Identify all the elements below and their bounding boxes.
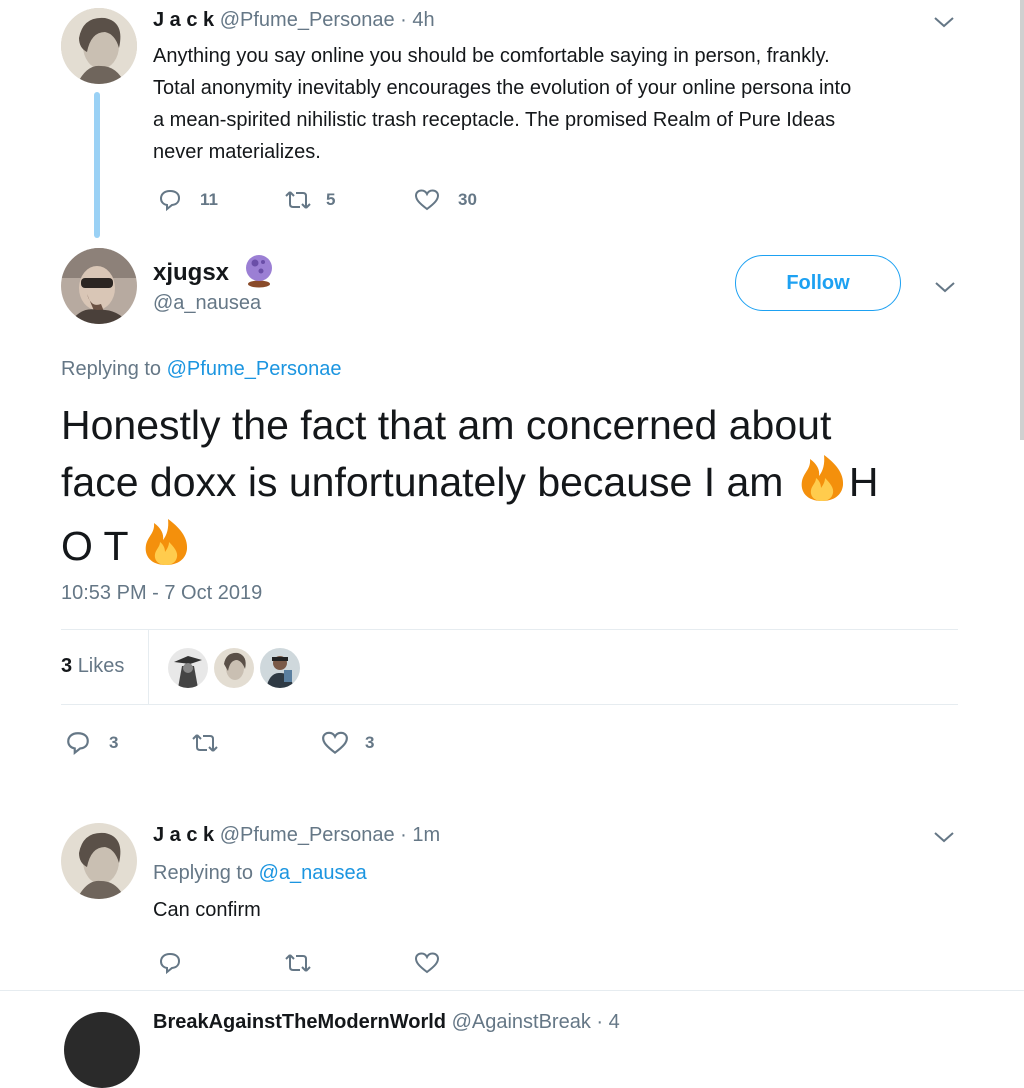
replying-to: Replying to @a_nausea xyxy=(153,862,367,885)
tweet-time[interactable]: · 4h xyxy=(400,9,434,31)
author-handle[interactable]: @AgainstBreak · 4 xyxy=(452,1011,620,1033)
tweet-time[interactable]: · 1m xyxy=(400,824,440,846)
main-tweet-text: Honestly the fact that am concerned abou… xyxy=(61,398,961,581)
like-action[interactable] xyxy=(414,951,440,975)
thread-line xyxy=(94,92,100,238)
retweet-icon[interactable] xyxy=(190,731,220,755)
avatar[interactable] xyxy=(64,1012,140,1088)
retweet-action[interactable] xyxy=(284,951,312,975)
divider xyxy=(61,629,958,630)
replying-prefix: Replying to xyxy=(153,862,254,884)
follow-button-label: Follow xyxy=(786,271,850,294)
retweet-action[interactable]: 5 xyxy=(284,188,335,212)
scrollbar[interactable] xyxy=(1020,0,1024,440)
reply-count: 3 xyxy=(109,733,119,752)
like-action[interactable]: 30 xyxy=(414,188,477,212)
likes-label: Likes xyxy=(77,655,125,677)
likes-count: 3 xyxy=(61,655,73,677)
divider xyxy=(61,704,958,705)
avatar-jack[interactable] xyxy=(61,8,137,84)
tweet-text-fragment: H xyxy=(848,458,879,505)
reply-icon[interactable] xyxy=(65,730,91,756)
replying-handle-link[interactable]: @Pfume_Personae xyxy=(167,358,342,380)
like-count: 3 xyxy=(365,733,375,752)
author-handle[interactable]: @a_nausea xyxy=(153,292,261,315)
chevron-down-icon[interactable] xyxy=(932,829,956,845)
avatar-jack[interactable] xyxy=(61,823,137,899)
tweet-text-line: O T xyxy=(61,522,140,569)
replying-prefix: Replying to xyxy=(61,358,162,380)
author-handle[interactable]: @Pfume_Personae xyxy=(220,9,395,31)
retweet-action[interactable] xyxy=(190,731,220,755)
retweet-icon[interactable] xyxy=(284,188,312,212)
retweet-count: 5 xyxy=(326,190,336,209)
follow-button[interactable]: Follow xyxy=(735,255,901,311)
like-icon[interactable] xyxy=(414,188,440,212)
tweet-text: Anything you say online you should be co… xyxy=(153,40,973,168)
tweet-text-line: never materializes. xyxy=(153,141,321,163)
chevron-down-icon[interactable] xyxy=(932,14,956,30)
crystal-ball-emoji xyxy=(241,252,277,293)
tweet-text-line: Total anonymity inevitably encourages th… xyxy=(153,77,852,99)
tweet-text-line: face doxx is unfortunately because I am xyxy=(61,458,795,505)
replying-handle-link[interactable]: @a_nausea xyxy=(259,862,367,884)
divider xyxy=(148,630,149,704)
fire-emoji xyxy=(795,453,849,517)
author-name[interactable]: J a c k xyxy=(153,9,214,31)
tweet-text-line: a mean-spirited nihilistic trash recepta… xyxy=(153,109,836,131)
author-handle[interactable]: @Pfume_Personae xyxy=(220,824,395,846)
liker-avatar[interactable] xyxy=(168,648,208,688)
reply-count: 11 xyxy=(200,190,218,209)
tweet-text-line: Anything you say online you should be co… xyxy=(153,45,830,67)
like-icon[interactable] xyxy=(321,730,349,756)
reply-icon[interactable] xyxy=(158,188,182,212)
reply-action[interactable] xyxy=(158,951,182,975)
reply-action[interactable]: 11 xyxy=(158,188,218,212)
chevron-down-icon[interactable] xyxy=(933,279,957,295)
like-count: 30 xyxy=(458,190,477,209)
reply-action[interactable]: 3 xyxy=(65,730,118,756)
author-name[interactable]: J a c k xyxy=(153,824,214,846)
divider xyxy=(0,990,1024,991)
tweet-timestamp[interactable]: 10:53 PM - 7 Oct 2019 xyxy=(61,582,262,605)
liker-avatar[interactable] xyxy=(260,648,300,688)
reply-icon[interactable] xyxy=(158,951,182,975)
liker-avatar[interactable] xyxy=(214,648,254,688)
likes-stat[interactable]: 3 Likes xyxy=(61,655,124,678)
author-name[interactable]: xjugsx xyxy=(153,259,229,287)
like-icon[interactable] xyxy=(414,951,440,975)
replying-to: Replying to @Pfume_Personae xyxy=(61,358,341,381)
like-action[interactable]: 3 xyxy=(321,730,374,756)
avatar-xjugsx[interactable] xyxy=(61,248,137,324)
author-name[interactable]: BreakAgainstTheModernWorld xyxy=(153,1011,446,1033)
retweet-icon[interactable] xyxy=(284,951,312,975)
tweet-text-line: Honestly the fact that am concerned abou… xyxy=(61,402,832,448)
tweet-text: Can confirm xyxy=(153,899,261,921)
fire-emoji xyxy=(139,517,193,581)
